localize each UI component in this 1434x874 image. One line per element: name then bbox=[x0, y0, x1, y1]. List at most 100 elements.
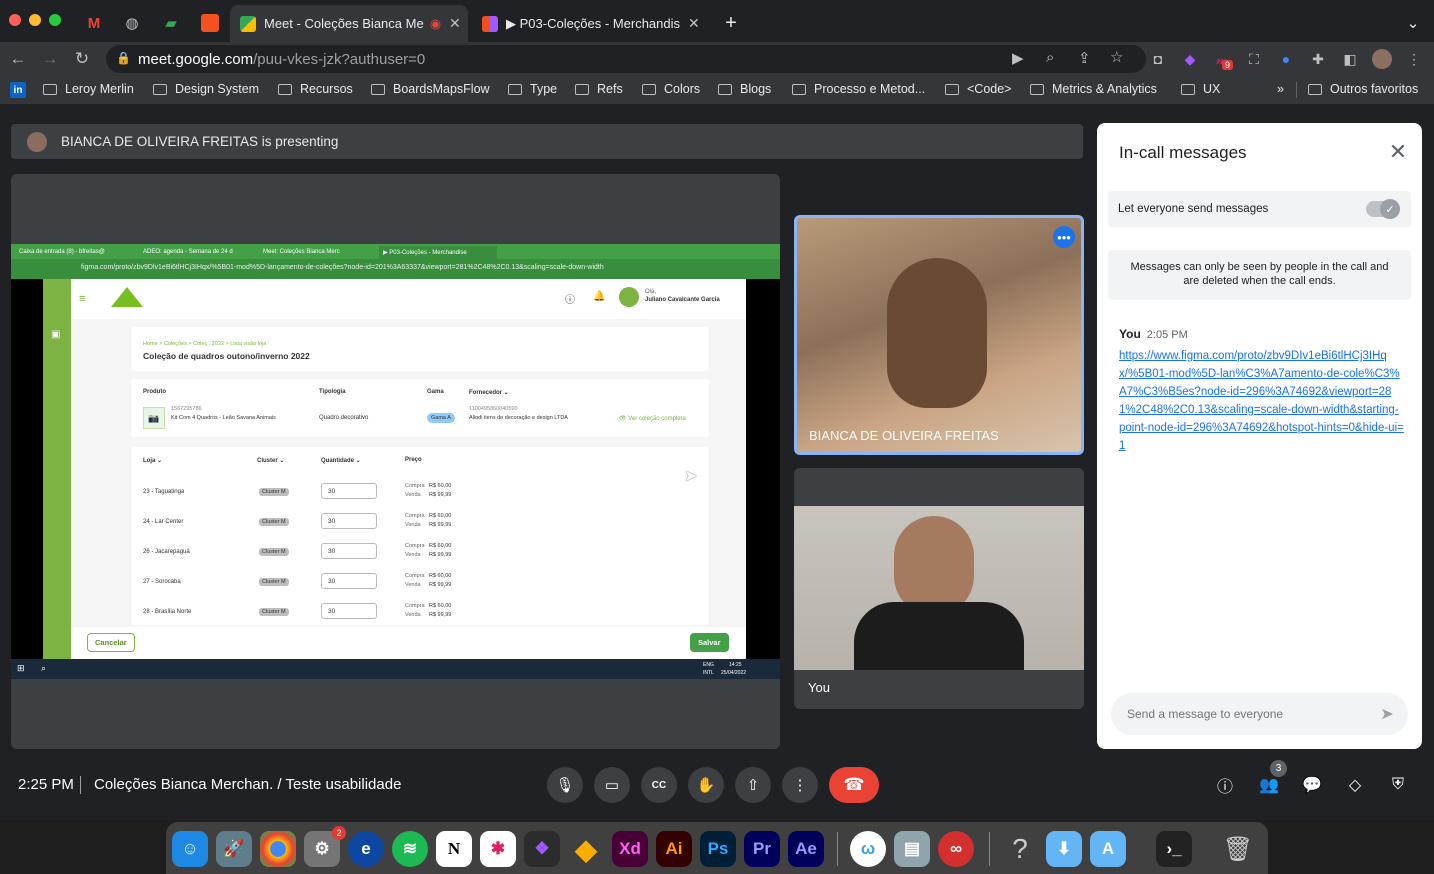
screenshot-extension-icon[interactable]: ◘ bbox=[1148, 49, 1168, 69]
new-tab-icon[interactable]: + bbox=[718, 10, 744, 36]
folder-icon bbox=[792, 83, 806, 95]
tab-search-icon[interactable]: ⌄ bbox=[1400, 10, 1426, 36]
microphone-button[interactable]: 🎙 bbox=[547, 767, 583, 803]
more-options-icon[interactable]: ••• bbox=[1053, 226, 1075, 248]
address-bar[interactable]: 🔒 meet.google.com/puu-vkes-jzk?authuser=… bbox=[106, 45, 1146, 73]
finder-icon[interactable]: ☺ bbox=[172, 831, 208, 867]
w-app-icon[interactable]: ω bbox=[850, 831, 886, 867]
linkedin-icon[interactable]: in bbox=[10, 82, 26, 98]
browser-toolbar: ← → ↻ 🔒 meet.google.com/puu-vkes-jzk?aut… bbox=[0, 42, 1434, 76]
side-panel-icon[interactable]: ◧ bbox=[1340, 49, 1360, 69]
color-extension-icon[interactable]: ◆ bbox=[1180, 49, 1200, 69]
bookmark-folder[interactable]: Processo e Metod... bbox=[792, 82, 925, 96]
other-bookmarks-folder[interactable]: Outros favoritos bbox=[1308, 82, 1418, 96]
spotify-icon[interactable]: ≋ bbox=[392, 831, 428, 867]
mouse-cursor-icon: ➤ bbox=[684, 468, 698, 485]
shared-screen[interactable]: Caixa de entrada (8) - bfreitas@ ADEO: a… bbox=[11, 174, 780, 749]
panel-title: In-call messages bbox=[1119, 143, 1247, 162]
participant-tile-bianca[interactable]: ••• BIANCA DE OLIVEIRA FREITAS bbox=[794, 215, 1084, 455]
launchpad-icon[interactable]: 🚀 bbox=[216, 831, 252, 867]
raise-hand-button[interactable]: ✋ bbox=[688, 767, 724, 803]
preview-icon[interactable]: ▤ bbox=[894, 831, 930, 867]
profile-avatar[interactable] bbox=[1372, 49, 1392, 69]
chrome-icon[interactable] bbox=[260, 831, 296, 867]
help-icon[interactable]: ? bbox=[1002, 831, 1038, 867]
bookmark-folder[interactable]: UX bbox=[1181, 82, 1220, 96]
chat-icon[interactable]: 💬 bbox=[1299, 772, 1325, 798]
close-icon[interactable]: ✕ bbox=[1385, 139, 1411, 165]
bookmarks-overflow-button[interactable]: » bbox=[1277, 82, 1284, 96]
bookmark-folder[interactable]: BoardsMapsFlow bbox=[371, 82, 490, 96]
bookmark-folder[interactable]: Metrics & Analytics bbox=[1030, 82, 1157, 96]
app-pinned-tab-icon[interactable] bbox=[197, 10, 223, 36]
host-controls-icon[interactable]: ⛨ bbox=[1385, 772, 1411, 798]
bookmark-folder[interactable]: Blogs bbox=[718, 82, 771, 96]
reload-icon[interactable]: ↻ bbox=[70, 47, 94, 71]
send-icon[interactable]: ➤ bbox=[1376, 703, 1398, 725]
edge-icon[interactable]: e bbox=[348, 831, 384, 867]
photoshop-icon[interactable]: Ps bbox=[700, 831, 736, 867]
crop-extension-icon[interactable]: ⛶ bbox=[1244, 49, 1264, 69]
fornecedor-name: Allodi itens de decoração e design LTDA bbox=[469, 415, 568, 421]
menu-icon: ≡ bbox=[79, 293, 86, 305]
bookmark-star-icon[interactable]: ☆ bbox=[1110, 48, 1123, 66]
extensions-puzzle-icon[interactable]: ✚ bbox=[1308, 49, 1328, 69]
bookmark-folder[interactable]: Recursos bbox=[278, 82, 353, 96]
terminal-icon[interactable]: ›_ bbox=[1156, 831, 1192, 867]
zoom-window-button[interactable] bbox=[49, 14, 61, 26]
more-options-button[interactable]: ⋮ bbox=[782, 767, 818, 803]
tab-meet[interactable]: Meet - Coleções Bianca Me ◉ ✕ bbox=[230, 5, 468, 42]
present-button[interactable]: ⇧ bbox=[735, 767, 771, 803]
minimize-window-button[interactable] bbox=[29, 14, 41, 26]
folder-icon bbox=[1030, 83, 1044, 95]
message-link[interactable]: https://www.figma.com/proto/zbv9DIv1eBi6… bbox=[1119, 347, 1404, 455]
allow-messages-label: Let everyone send messages bbox=[1118, 203, 1269, 215]
adobe-xd-icon[interactable]: Xd bbox=[612, 831, 648, 867]
forward-arrow-icon[interactable]: → bbox=[38, 47, 62, 71]
camera-in-use-icon[interactable]: ▶ bbox=[1012, 49, 1024, 67]
fornecedor-code: 1100495860040590 bbox=[469, 406, 518, 412]
message-input[interactable] bbox=[1111, 693, 1408, 735]
bookmark-folder[interactable]: Type bbox=[508, 82, 557, 96]
bookmark-folder[interactable]: <Code> bbox=[945, 82, 1011, 96]
close-tab-icon[interactable]: ✕ bbox=[441, 15, 461, 32]
globe-pinned-tab-icon[interactable]: ◍ bbox=[119, 10, 145, 36]
share-icon[interactable]: ⇪ bbox=[1078, 49, 1091, 67]
sketch-icon[interactable]: ◆ bbox=[568, 831, 604, 867]
message-sender: You bbox=[1119, 327, 1141, 341]
after-effects-icon[interactable]: Ae bbox=[788, 831, 824, 867]
close-window-button[interactable] bbox=[9, 14, 21, 26]
back-arrow-icon[interactable]: ← bbox=[6, 47, 30, 71]
downloads-folder-icon[interactable]: ⬇ bbox=[1046, 831, 1082, 867]
applications-folder-icon[interactable]: A bbox=[1090, 831, 1126, 867]
captions-button[interactable]: CC bbox=[641, 767, 677, 803]
meeting-info-icon[interactable]: ⓘ bbox=[1212, 772, 1238, 798]
zoom-icon[interactable]: ⌕ bbox=[1046, 49, 1054, 66]
breadcrumb: Home > Coleções > Coleç...2022 > Lista v… bbox=[143, 341, 267, 347]
end-call-button[interactable]: ☎ bbox=[829, 767, 879, 803]
figma-favicon-icon bbox=[482, 15, 498, 32]
shared-tab: Meet: Coleções Bianca Merc bbox=[263, 249, 340, 255]
trash-icon[interactable]: 🗑 bbox=[1220, 831, 1256, 867]
slack-icon[interactable]: ✱ bbox=[480, 831, 516, 867]
captions-icon: CC bbox=[651, 779, 667, 791]
bookmark-folder[interactable]: Design System bbox=[153, 82, 259, 96]
notion-icon[interactable]: N bbox=[436, 831, 472, 867]
figma-icon[interactable]: ❖ bbox=[524, 831, 560, 867]
bookmark-folder[interactable]: Leroy Merlin bbox=[43, 82, 134, 96]
chrome-menu-icon[interactable]: ⋮ bbox=[1404, 49, 1424, 69]
bookmark-folder[interactable]: Colors bbox=[642, 82, 700, 96]
creative-cloud-icon[interactable]: ∞ bbox=[938, 831, 974, 867]
participant-tile-you[interactable]: You bbox=[794, 468, 1084, 709]
allow-messages-toggle[interactable]: ✓ bbox=[1366, 199, 1400, 219]
chat-pinned-tab-icon[interactable]: ▰ bbox=[158, 10, 184, 36]
activities-icon[interactable]: ◇ bbox=[1342, 772, 1368, 798]
tab-figma[interactable]: ▶ P03-Coleções - Merchandis ✕ bbox=[472, 5, 708, 42]
illustrator-icon[interactable]: Ai bbox=[656, 831, 692, 867]
camera-button[interactable]: ▭ bbox=[594, 767, 630, 803]
premiere-icon[interactable]: Pr bbox=[744, 831, 780, 867]
close-tab-icon[interactable]: ✕ bbox=[680, 15, 700, 32]
gmail-pinned-tab-icon[interactable]: M bbox=[81, 10, 107, 36]
circle-extension-icon[interactable]: ● bbox=[1276, 49, 1296, 69]
bookmark-folder[interactable]: Refs bbox=[575, 82, 623, 96]
